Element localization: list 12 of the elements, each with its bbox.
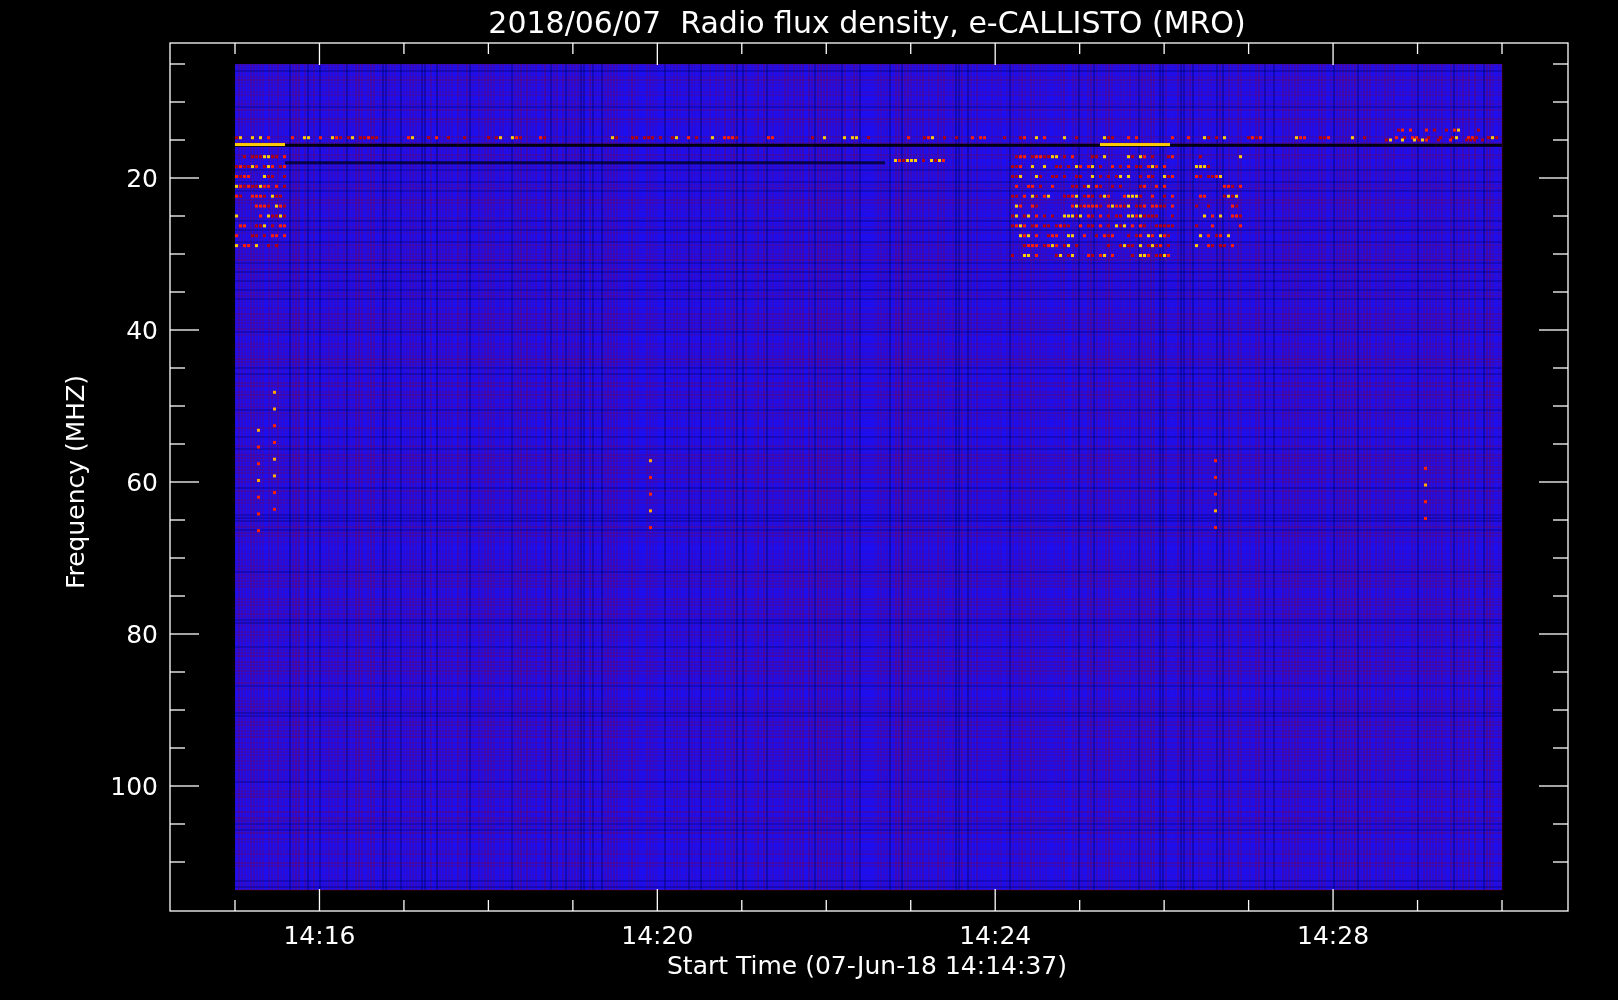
- tick-label: 14:20: [621, 921, 694, 950]
- tick-label: 60: [126, 468, 158, 497]
- tick-label: 14:16: [283, 921, 356, 950]
- tick-label: 14:24: [959, 921, 1032, 950]
- tick-label: 20: [126, 164, 158, 193]
- axis-label: Start Time (07-Jun-18 14:14:37): [667, 951, 1067, 980]
- axis-label: Frequency (MHZ): [61, 374, 90, 590]
- tick-label: 40: [126, 316, 158, 345]
- tick-label: 100: [110, 772, 158, 801]
- tick-label: 80: [126, 620, 158, 649]
- chart-title: 2018/06/07 Radio flux density, e-CALLISTO (MRO): [488, 5, 1246, 40]
- tick-label: 14:28: [1297, 921, 1370, 950]
